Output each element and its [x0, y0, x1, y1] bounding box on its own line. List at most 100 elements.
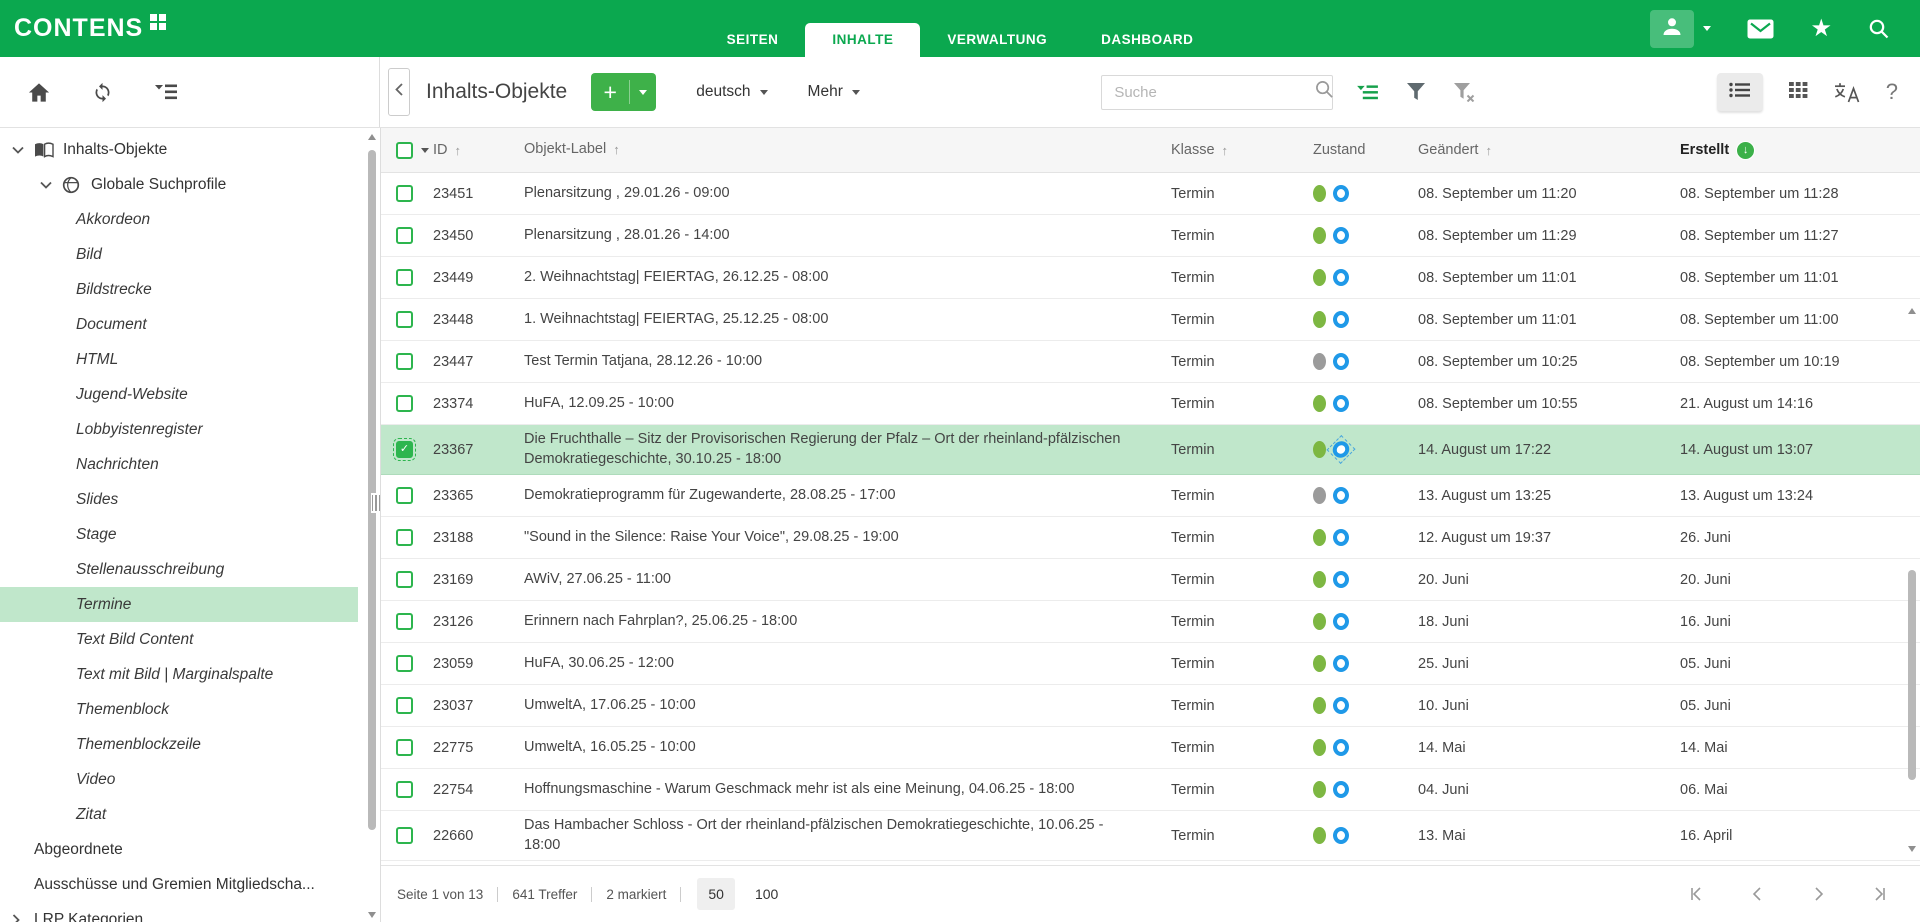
chevron-down-icon[interactable] [12, 146, 26, 154]
sidebar-item-bild[interactable]: Bild [0, 237, 358, 272]
table-row[interactable]: 23450Plenarsitzung , 28.01.26 - 14:00Ter… [381, 215, 1920, 257]
tab-inhalte[interactable]: INHALTE [805, 23, 920, 57]
create-menu-caret-icon[interactable] [639, 90, 647, 95]
sidebar-item-lobbyistenregister[interactable]: Lobbyistenregister [0, 412, 358, 447]
filter-funnel-icon[interactable] [1406, 82, 1426, 102]
next-page-icon[interactable] [1810, 886, 1827, 902]
tab-seiten[interactable]: SEITEN [700, 23, 806, 57]
row-checkbox[interactable] [396, 185, 413, 202]
sidebar-item-jugend-website[interactable]: Jugend-Website [0, 377, 358, 412]
select-menu-caret-icon[interactable] [421, 148, 429, 153]
mail-icon[interactable] [1747, 19, 1774, 39]
table-row[interactable]: 22775UmweltA, 16.05.25 - 10:00Termin14. … [381, 727, 1920, 769]
row-checkbox[interactable] [396, 781, 413, 798]
sidebar-item-stellenausschreibung[interactable]: Stellenausschreibung [0, 552, 358, 587]
sidebar-item-lrp-kategorien[interactable]: LRP Kategorien [0, 902, 358, 922]
row-checkbox[interactable] [396, 571, 413, 588]
grid-view-button[interactable] [1789, 82, 1808, 103]
global-search-icon[interactable] [1868, 18, 1890, 40]
column-header-objekt-label[interactable]: Objekt-Label [524, 140, 1171, 160]
user-avatar-button[interactable] [1650, 10, 1694, 48]
sidebar-item-themenblockzeile[interactable]: Themenblockzeile [0, 727, 358, 762]
scroll-up-icon[interactable] [368, 134, 376, 140]
row-checkbox[interactable] [396, 395, 413, 412]
sidebar-item-abgeordnete[interactable]: Abgeordnete [0, 832, 358, 867]
sidebar-item-text-mit-bild-marginalspalte[interactable]: Text mit Bild | Marginalspalte [0, 657, 358, 692]
table-row[interactable]: 22754Hoffnungsmaschine - Warum Geschmack… [381, 769, 1920, 811]
sidebar-item-themenblock[interactable]: Themenblock [0, 692, 358, 727]
column-header-id[interactable]: ID [433, 142, 524, 158]
table-row[interactable]: 23188"Sound in the Silence: Raise Your V… [381, 517, 1920, 559]
sidebar-item-slides[interactable]: Slides [0, 482, 358, 517]
sidebar-item-text-bild-content[interactable]: Text Bild Content [0, 622, 358, 657]
row-checkbox[interactable] [396, 827, 413, 844]
sidebar-item-ausschüsse-und-gremien-mitgliedscha[interactable]: Ausschüsse und Gremien Mitgliedscha... [0, 867, 358, 902]
sidebar-item-document[interactable]: Document [0, 307, 358, 342]
sidebar-item-bildstrecke[interactable]: Bildstrecke [0, 272, 358, 307]
column-header-klasse[interactable]: Klasse [1171, 142, 1313, 158]
table-scrollbar-thumb[interactable] [1908, 570, 1916, 780]
table-row[interactable]: 23059HuFA, 30.06.25 - 12:00Termin25. Jun… [381, 643, 1920, 685]
table-row[interactable]: 23374HuFA, 12.09.25 - 10:00Termin08. Sep… [381, 383, 1920, 425]
table-scrollbar[interactable] [1907, 308, 1917, 852]
row-checkbox[interactable] [396, 655, 413, 672]
sidebar-item-nachrichten[interactable]: Nachrichten [0, 447, 358, 482]
sidebar-item-akkordeon[interactable]: Akkordeon [0, 202, 358, 237]
table-row[interactable]: 23451Plenarsitzung , 29.01.26 - 09:00Ter… [381, 173, 1920, 215]
table-row[interactable]: 23169AWiV, 27.06.25 - 11:00Termin20. Jun… [381, 559, 1920, 601]
sidebar-item-html[interactable]: HTML [0, 342, 358, 377]
scroll-down-icon[interactable] [1908, 846, 1916, 852]
row-checkbox[interactable] [396, 227, 413, 244]
sidebar-item-inhalts-objekte[interactable]: Inhalts-Objekte [0, 132, 358, 167]
sidebar-scrollbar[interactable] [367, 134, 377, 918]
page-size-50[interactable]: 50 [697, 878, 735, 910]
translate-icon[interactable] [1834, 82, 1860, 103]
row-checkbox[interactable] [396, 487, 413, 504]
search-input[interactable] [1112, 83, 1315, 102]
table-row[interactable]: 23126Erinnern nach Fahrplan?, 25.06.25 -… [381, 601, 1920, 643]
list-view-button[interactable] [1717, 73, 1763, 111]
tab-dashboard[interactable]: DASHBOARD [1074, 23, 1220, 57]
sidebar-item-globale-suchprofile[interactable]: Globale Suchprofile [0, 167, 358, 202]
column-header-zustand[interactable]: Zustand [1313, 142, 1418, 158]
panel-resize-grip[interactable] [371, 493, 382, 513]
row-checkbox[interactable] [396, 613, 413, 630]
row-checkbox[interactable] [396, 269, 413, 286]
column-header-erstellt[interactable]: Erstellt ↓ [1680, 141, 1920, 160]
search-icon[interactable] [1315, 80, 1334, 104]
table-row[interactable]: 22660Das Hambacher Schloss - Ort der rhe… [381, 811, 1920, 861]
chevron-down-icon[interactable] [40, 181, 54, 189]
table-row[interactable]: 23365Demokratieprogramm für Zugewanderte… [381, 475, 1920, 517]
sidebar-item-termine[interactable]: Termine [0, 587, 358, 622]
home-icon[interactable] [28, 82, 50, 103]
chevron-right-icon[interactable] [12, 914, 26, 922]
prev-page-icon[interactable] [1749, 886, 1766, 902]
sidebar-scrollbar-thumb[interactable] [368, 150, 376, 830]
table-row[interactable]: 23447Test Termin Tatjana, 28.12.26 - 10:… [381, 341, 1920, 383]
language-select[interactable]: deutsch [696, 83, 767, 101]
table-row[interactable]: 23037UmweltA, 17.06.25 - 10:00Termin10. … [381, 685, 1920, 727]
select-all-checkbox[interactable] [396, 142, 413, 159]
saved-filters-icon[interactable] [1357, 84, 1379, 101]
column-header-geaendert[interactable]: Geändert [1418, 142, 1680, 158]
row-checkbox[interactable] [396, 739, 413, 756]
help-icon[interactable]: ? [1886, 79, 1898, 105]
table-row[interactable]: 23367Die Fruchthalle – Sitz der Provisor… [381, 425, 1920, 475]
first-page-icon[interactable] [1688, 886, 1705, 902]
row-checkbox[interactable] [396, 697, 413, 714]
scroll-down-icon[interactable] [368, 912, 376, 918]
page-size-100[interactable]: 100 [755, 886, 778, 902]
create-content-button[interactable]: + [591, 73, 656, 111]
filter-list-icon[interactable] [155, 83, 178, 101]
sidebar-item-zitat[interactable]: Zitat [0, 797, 358, 832]
last-page-icon[interactable] [1871, 886, 1888, 902]
row-checkbox[interactable] [396, 529, 413, 546]
tab-verwaltung[interactable]: VERWALTUNG [920, 23, 1074, 57]
table-row[interactable]: 234481. Weihnachtstag| FEIERTAG, 25.12.2… [381, 299, 1920, 341]
table-row[interactable]: 234492. Weihnachtstag| FEIERTAG, 26.12.2… [381, 257, 1920, 299]
scroll-up-icon[interactable] [1908, 308, 1916, 314]
sidebar-item-stage[interactable]: Stage [0, 517, 358, 552]
row-checkbox[interactable] [396, 311, 413, 328]
clear-filter-icon[interactable] [1453, 82, 1475, 102]
favorites-star-icon[interactable]: ★ [1810, 17, 1832, 41]
